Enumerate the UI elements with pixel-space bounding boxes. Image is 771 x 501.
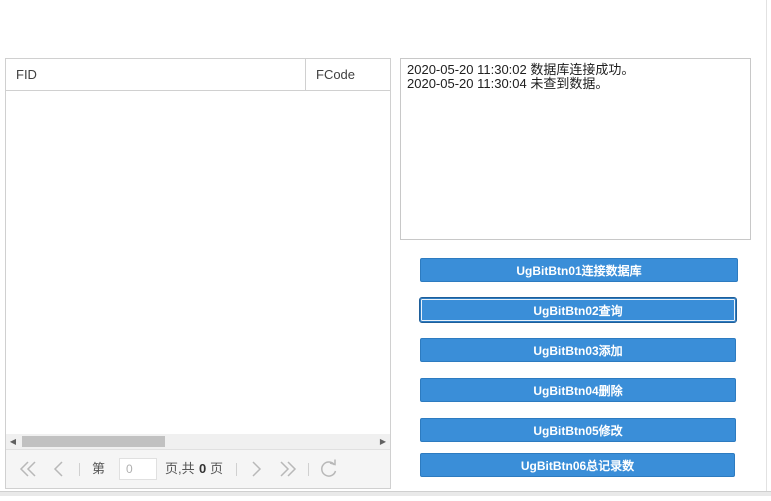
grid-header: FID FCode: [6, 59, 390, 91]
page-suffix-label: 页,共: [165, 461, 195, 476]
last-page-icon[interactable]: [278, 450, 298, 489]
horizontal-scrollbar[interactable]: ◀ ▶: [6, 434, 390, 449]
refresh-icon[interactable]: [319, 450, 339, 489]
total-pages-suffix: 页: [210, 461, 224, 476]
page-number-input[interactable]: [119, 458, 157, 480]
next-page-icon[interactable]: [249, 450, 263, 489]
page-prefix-label: 第: [92, 461, 106, 476]
scrollbar-thumb[interactable]: [22, 436, 165, 447]
delete-button[interactable]: UgBitBtn04删除: [420, 378, 736, 402]
log-memo[interactable]: 2020-05-20 11:30:02 数据库连接成功。 2020-05-20 …: [400, 58, 751, 240]
pagination-toolbar: 第 页,共 0 页: [6, 449, 390, 488]
pager-separator: [308, 463, 309, 476]
grid-body[interactable]: [6, 91, 390, 434]
record-count-button[interactable]: UgBitBtn06总记录数: [420, 453, 735, 477]
add-button[interactable]: UgBitBtn03添加: [420, 338, 736, 362]
window-border: [766, 0, 767, 495]
pager-separator: [79, 463, 80, 476]
pager-separator: [236, 463, 237, 476]
data-grid: FID FCode ◀ ▶ 第 页,共 0 页: [5, 58, 391, 489]
prev-page-icon[interactable]: [52, 450, 66, 489]
log-line: 2020-05-20 11:30:02 数据库连接成功。: [407, 62, 635, 77]
log-line: 2020-05-20 11:30:04 未查到数据。: [407, 76, 609, 91]
scroll-left-arrow-icon[interactable]: ◀: [6, 434, 20, 449]
column-header-fcode[interactable]: FCode: [306, 59, 390, 90]
connect-database-button[interactable]: UgBitBtn01连接数据库: [420, 258, 738, 282]
total-pages-value: 0: [199, 461, 207, 476]
first-page-icon[interactable]: [18, 450, 38, 489]
column-header-fid[interactable]: FID: [6, 59, 306, 90]
scroll-right-arrow-icon[interactable]: ▶: [376, 434, 390, 449]
query-button[interactable]: UgBitBtn02查询: [419, 297, 737, 323]
modify-button[interactable]: UgBitBtn05修改: [420, 418, 736, 442]
window-bottom-border: [0, 491, 771, 496]
